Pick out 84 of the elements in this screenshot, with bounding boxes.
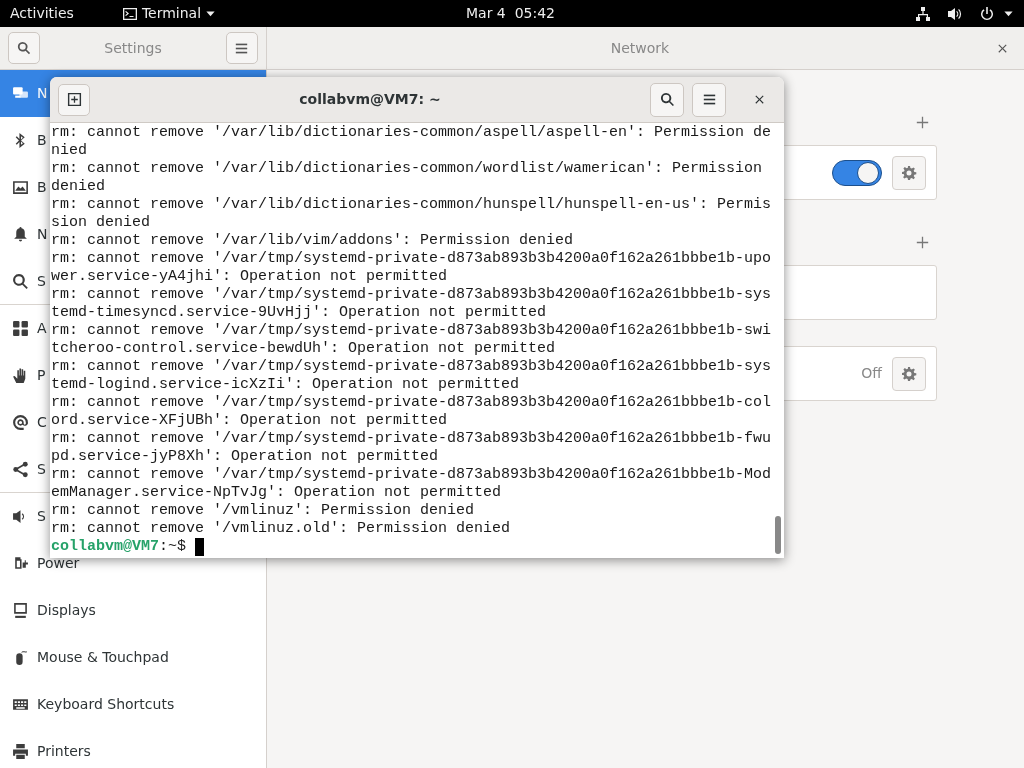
plus-icon [916, 116, 929, 129]
output-line: rm: cannot remove '/var/lib/dictionaries-common/hunspell/hunspell-en-us': Permis [51, 196, 772, 214]
status-text: Off [861, 364, 882, 383]
sidebar-item[interactable]: C [0, 412, 47, 433]
sidebar-item[interactable]: Printers [0, 741, 91, 762]
sidebar-item[interactable]: S [0, 271, 46, 291]
output-line: rm: cannot remove '/var/lib/vim/addons': Permission denied [51, 232, 574, 250]
menu-icon [702, 93, 716, 106]
search-icon [659, 92, 675, 107]
sidebar-item[interactable]: Keyboard Shortcuts [0, 694, 175, 715]
output-line: tcheroo-control.service-bewdUh': Operation not permitted [51, 340, 556, 358]
sidebar-item[interactable]: Mouse & Touchpad [0, 647, 169, 668]
sidebar-item[interactable]: P [0, 365, 46, 386]
plus-icon [916, 236, 929, 249]
clock[interactable]: Mar 4 05:42 [216, 3, 915, 24]
power-icon [979, 5, 995, 22]
output-line: rm: cannot remove '/var/tmp/systemd-private-d873ab893b3b4200a0f162a261bbbe1b-swi [51, 322, 772, 340]
volume-icon [947, 5, 963, 22]
search-icon [12, 272, 29, 290]
gear-icon [901, 164, 917, 181]
share-icon [12, 460, 29, 478]
search-icon [17, 41, 31, 55]
battery-icon [12, 555, 29, 572]
output-line: sion denied [51, 214, 151, 232]
keyboard-icon [12, 696, 29, 713]
close-icon [997, 42, 1008, 54]
printer-icon [12, 743, 29, 760]
output-line: rm: cannot remove '/var/tmp/systemd-private-d873ab893b3b4200a0f162a261bbbe1b-upo [51, 250, 772, 268]
window-title: Settings [104, 38, 162, 58]
close-icon [753, 94, 765, 105]
scrollbar-thumb[interactable] [775, 516, 781, 554]
panel-title: Network [609, 38, 671, 58]
text-cursor [195, 538, 205, 556]
output-line: rm: cannot remove '/var/tmp/systemd-private-d873ab893b3b4200a0f162a261bbbe1b-sys [51, 358, 772, 376]
search-button[interactable] [650, 82, 684, 117]
at-sign-icon [12, 414, 29, 431]
toggle-switch[interactable] [832, 159, 882, 186]
output-line: rm: cannot remove '/var/lib/dictionaries-common/wordlist/wamerican': Permission [51, 160, 763, 178]
sidebar-item[interactable]: S [0, 506, 46, 527]
output-line: nied [51, 142, 87, 160]
close-button[interactable] [997, 42, 1008, 54]
search-button[interactable] [8, 32, 40, 64]
network-icon [915, 5, 931, 22]
prompt-user: collabvm@VM7 [51, 538, 160, 555]
output-line: rm: cannot remove '/var/tmp/systemd-private-d873ab893b3b4200a0f162a261bbbe1b-Mod [51, 466, 772, 484]
menu-icon [235, 41, 249, 55]
output-line: rm: cannot remove '/var/tmp/systemd-private-d873ab893b3b4200a0f162a261bbbe1b-sys [51, 286, 772, 304]
prompt-path: :~$ [159, 538, 187, 555]
caret-icon [1003, 8, 1014, 19]
monitor-icon [12, 602, 29, 619]
output-line: temd-timesyncd.service-9UvHjj': Operation not permitted [51, 304, 547, 322]
output-line: ord.service-XFjUBh': Operation not permitted [51, 412, 448, 430]
new-tab-icon [66, 92, 82, 107]
image-icon [12, 179, 29, 196]
output-line: rm: cannot remove '/vmlinuz': Permission denied [51, 502, 475, 520]
sidebar-item[interactable]: N [0, 224, 48, 245]
sidebar-item[interactable]: B [0, 130, 47, 151]
settings-button[interactable] [892, 155, 926, 190]
output-line: wer.service-yA4jhi': Operation not permitted [51, 268, 448, 286]
app-menu[interactable]: Terminal [121, 3, 217, 24]
output-line: rm: cannot remove '/var/tmp/systemd-private-d873ab893b3b4200a0f162a261bbbe1b-col [51, 394, 772, 412]
activities-button[interactable]: Activities [10, 3, 74, 24]
output-line: rm: cannot remove '/vmlinuz.old': Permission denied [51, 520, 511, 538]
sidebar-item[interactable]: B [0, 177, 47, 198]
sidebar-item[interactable]: Power [0, 553, 80, 574]
output-line: pd.service-jyP8Xh': Operation not permitted [51, 448, 439, 466]
sidebar-item[interactable]: Displays [0, 600, 96, 621]
caret-icon [205, 8, 217, 19]
grid-icon [12, 320, 29, 337]
terminal-icon [121, 5, 138, 22]
menu-button[interactable] [226, 32, 258, 64]
gear-icon [901, 365, 917, 382]
bell-icon [12, 226, 29, 243]
sidebar-item[interactable]: S [0, 459, 46, 479]
menu-button[interactable] [692, 82, 726, 117]
window-title: collabvm@VM7: ~ [298, 90, 442, 109]
output-line: denied [51, 178, 105, 196]
new-tab-button[interactable] [58, 83, 90, 116]
output-line: emManager.service-NpTvJg': Operation not permitted [51, 484, 502, 502]
settings-button[interactable] [892, 356, 926, 391]
output-line: rm: cannot remove '/var/tmp/systemd-private-d873ab893b3b4200a0f162a261bbbe1b-fwu [51, 430, 772, 448]
output-line: rm: cannot remove '/var/lib/dictionaries-common/aspell/aspell-en': Permission de [51, 124, 772, 142]
sidebar-item[interactable]: A [0, 318, 47, 339]
output-line: temd-logind.service-icXzIi': Operation not permitted [51, 376, 520, 394]
